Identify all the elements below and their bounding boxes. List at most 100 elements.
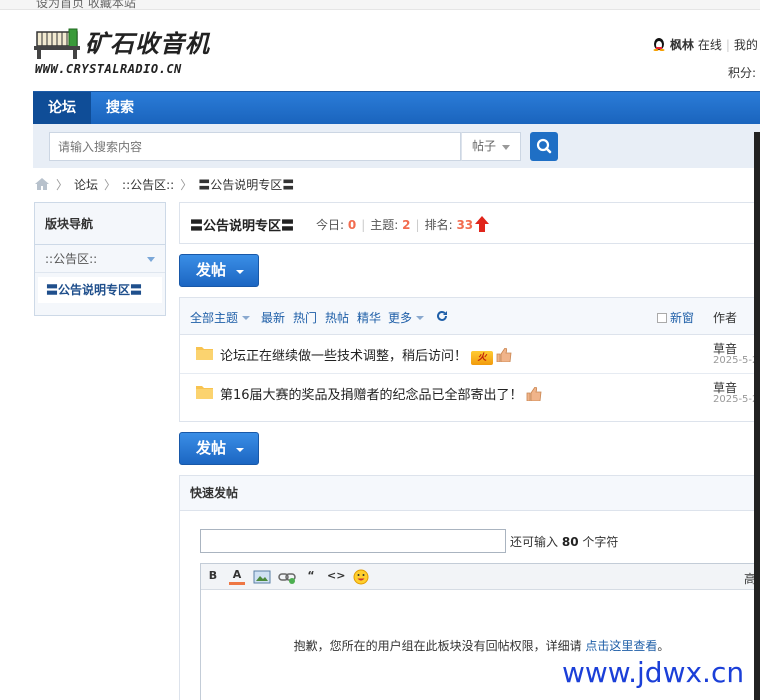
thread-title: 论坛正在继续做一些技术调整，稍后访问！ <box>220 349 468 364</box>
my-link[interactable]: 我的 <box>734 38 758 52</box>
thread-title-link[interactable]: 论坛正在继续做一些技术调整，稍后访问！火 <box>220 345 512 365</box>
filter-latest[interactable]: 最新 <box>261 309 285 326</box>
home-icon[interactable] <box>34 177 50 191</box>
bold-button[interactable]: B <box>207 569 219 585</box>
separator: | <box>725 38 730 52</box>
new-window-label: 新窗 <box>670 311 695 325</box>
chevron-down-icon <box>416 316 425 320</box>
chevron-down-icon <box>147 257 155 262</box>
thread-date: 2025-5-2 <box>713 394 759 405</box>
search-button[interactable] <box>530 132 558 161</box>
thread-date: 2025-5-2 <box>713 355 759 366</box>
new-post-button-bottom[interactable]: 发帖 <box>179 432 259 465</box>
rank-label: 排名: <box>424 218 453 232</box>
thumbs-up-icon <box>526 387 541 401</box>
quick-post-heading: 快速发帖 <box>180 476 760 511</box>
breadcrumb-separator: 〉 <box>104 178 117 192</box>
rank-value: 33 <box>456 218 474 232</box>
forum-title[interactable]: 〓公告说明专区〓 <box>190 215 294 234</box>
qq-penguin-icon <box>653 38 665 51</box>
board-nav-group[interactable]: ::公告区:: <box>35 245 165 273</box>
forum-header: 〓公告说明专区〓 今日: 0 | 主题: 2 | 排名: 33 <box>179 202 760 244</box>
page-scrollbar[interactable] <box>754 132 760 700</box>
search-input[interactable] <box>49 132 461 161</box>
emoji-smiley-icon[interactable] <box>353 569 369 585</box>
filter-more[interactable]: 更多 <box>388 309 425 326</box>
nav-search[interactable]: 搜索 <box>91 92 149 124</box>
folder-icon <box>196 386 213 399</box>
filter-digest[interactable]: 精华 <box>357 309 381 326</box>
rank-up-arrow-icon <box>475 216 490 232</box>
chevron-down-icon <box>242 316 251 320</box>
points-label[interactable]: 积分: <box>728 64 756 81</box>
new-post-button-top[interactable]: 发帖 <box>179 254 259 287</box>
thread-row[interactable]: 论坛正在继续做一些技术调整，稍后访问！火 草音 2025-5-2 <box>180 335 760 374</box>
permission-details-link[interactable]: 点击这里查看 <box>585 639 657 653</box>
hint-count: 80 <box>561 535 579 549</box>
search-bar: 帖子 <box>33 124 760 168</box>
board-nav-selected[interactable]: 〓公告说明专区〓 <box>38 277 162 303</box>
today-label: 今日: <box>316 218 345 232</box>
logo-english-text: WWW.CRYSTALRADIO.CN <box>35 62 182 76</box>
chevron-down-icon <box>236 448 244 452</box>
hint-prefix: 还可输入 <box>510 535 559 549</box>
chevron-down-icon <box>236 270 244 274</box>
username-link[interactable]: 枫林 <box>670 38 694 52</box>
board-nav-heading: 版块导航 <box>35 203 165 245</box>
chevron-down-icon <box>502 145 510 150</box>
separator: | <box>415 218 420 232</box>
new-post-label: 发帖 <box>196 439 227 457</box>
breadcrumb: 〉论坛〉::公告区:: 〉〓公告说明专区〓 <box>34 176 294 194</box>
folder-icon <box>196 347 213 360</box>
font-color-button[interactable]: A <box>229 569 245 585</box>
new-window-toggle[interactable]: 新窗 <box>657 309 694 326</box>
code-button[interactable]: <> <box>327 569 345 585</box>
thread-row[interactable]: 第16届大赛的奖品及捐赠者的纪念品已全部寄出了！ 草音 2025-5-2 <box>180 374 760 413</box>
breadcrumb-current[interactable]: 〓公告说明专区〓 <box>198 178 294 192</box>
radio-logo-icon <box>34 28 80 59</box>
quick-post-title-input[interactable] <box>200 529 506 553</box>
image-icon[interactable] <box>253 569 271 585</box>
quote-button[interactable]: “ <box>304 569 318 585</box>
board-navigation: 版块导航 ::公告区:: 〓公告说明专区〓 <box>34 202 166 316</box>
breadcrumb-forum[interactable]: 论坛 <box>74 178 98 192</box>
filter-popular[interactable]: 热门 <box>293 309 317 326</box>
topics-count: 2 <box>402 218 411 232</box>
site-logo[interactable]: 矿石收音机 WWW.CRYSTALRADIO.CN <box>33 24 223 80</box>
breadcrumb-separator: 〉 <box>180 178 193 192</box>
separator: | <box>361 218 366 232</box>
refresh-icon[interactable] <box>435 309 449 323</box>
filter-more-label: 更多 <box>388 311 413 325</box>
filter-all-topics[interactable]: 全部主题 <box>190 309 251 326</box>
hint-suffix: 个字符 <box>582 535 619 549</box>
user-info: 枫林 在线 | 我的 <box>652 36 758 53</box>
forum-stats: 今日: 0 | 主题: 2 | 排名: 33 <box>316 216 490 233</box>
hot-badge-icon: 火 <box>471 351 494 365</box>
topics-label: 主题: <box>370 218 399 232</box>
thread-title-link[interactable]: 第16届大赛的奖品及捐赠者的纪念品已全部寄出了！ <box>220 384 542 403</box>
online-status[interactable]: 在线 <box>698 38 722 52</box>
thread-title: 第16届大赛的奖品及捐赠者的纪念品已全部寄出了！ <box>220 388 523 403</box>
new-window-checkbox[interactable] <box>657 313 667 323</box>
filter-all-label: 全部主题 <box>190 311 239 325</box>
search-icon <box>536 138 552 154</box>
permission-text: 抱歉，您所在的用户组在此板块没有回帖权限，详细请 <box>293 639 582 653</box>
author-column-header: 作者 <box>713 311 738 325</box>
site-watermark: www.jdwx.cn <box>562 656 745 689</box>
new-post-label: 发帖 <box>196 261 227 279</box>
main-nav: 论坛 搜索 <box>33 91 760 124</box>
nav-forum[interactable]: 论坛 <box>33 92 91 124</box>
today-count: 0 <box>347 218 357 232</box>
thread-list: 全部主题 最新 热门 热帖 精华 更多 新窗 作者 论坛正在继续做一些技术调整，… <box>179 297 760 422</box>
filter-hot[interactable]: 热帖 <box>325 309 349 326</box>
link-icon[interactable] <box>278 569 296 585</box>
search-type-label: 帖子 <box>472 139 497 153</box>
top-bar-text[interactable]: 设为首页 收藏本站 <box>36 0 136 9</box>
editor-toolbar: B A “ <> 高 <box>201 564 760 590</box>
breadcrumb-group[interactable]: ::公告区:: <box>122 178 174 192</box>
top-bar: 设为首页 收藏本站 <box>0 0 760 10</box>
board-nav-group-label: ::公告区:: <box>45 252 98 266</box>
search-type-select[interactable]: 帖子 <box>461 132 521 161</box>
permission-text-end: 。 <box>657 639 670 653</box>
thumbs-up-icon <box>496 348 512 362</box>
